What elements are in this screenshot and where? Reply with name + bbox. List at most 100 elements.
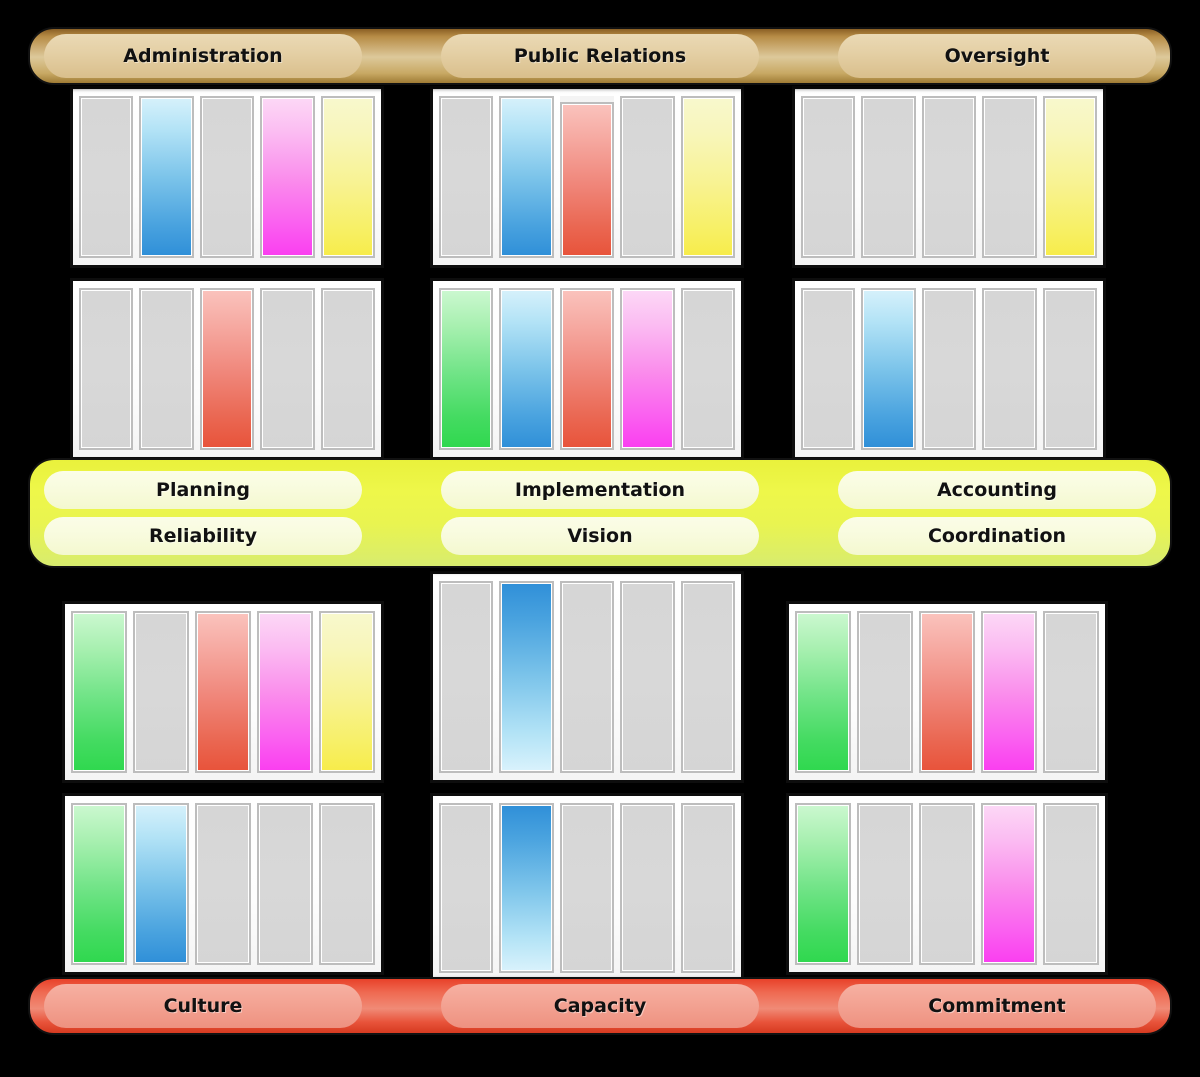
bar-empty[interactable]	[1043, 803, 1099, 965]
bar-empty[interactable]	[801, 96, 856, 258]
bar-slot[interactable]	[1043, 611, 1099, 773]
bar-blue[interactable]	[139, 96, 194, 258]
bar-slot[interactable]	[139, 288, 194, 450]
bar-yellow[interactable]	[1042, 96, 1098, 258]
bar-empty[interactable]	[680, 288, 736, 450]
bar-magenta[interactable]	[620, 288, 675, 450]
bar-empty[interactable]	[319, 803, 375, 965]
bar-slot[interactable]	[320, 288, 376, 450]
bar-slot[interactable]	[260, 288, 315, 450]
bar-empty[interactable]	[79, 96, 134, 258]
bar-slot[interactable]	[982, 96, 1037, 258]
bar-slot[interactable]	[680, 288, 736, 450]
bar-slot[interactable]	[71, 803, 127, 965]
bar-slot[interactable]	[499, 96, 554, 258]
bar-magenta[interactable]	[981, 611, 1037, 773]
bar-slot[interactable]	[795, 611, 851, 773]
bar-slot[interactable]	[257, 611, 313, 773]
bar-blue[interactable]	[499, 288, 554, 450]
bar-magenta[interactable]	[981, 803, 1037, 965]
bar-slot[interactable]	[921, 96, 977, 258]
bar-slot[interactable]	[319, 611, 375, 773]
bar-empty[interactable]	[857, 611, 913, 773]
bar-slot[interactable]	[921, 288, 977, 450]
bar-slot[interactable]	[1042, 288, 1098, 450]
bar-empty[interactable]	[620, 96, 675, 258]
bar-red[interactable]	[195, 611, 251, 773]
bar-empty[interactable]	[133, 611, 189, 773]
bar-empty[interactable]	[559, 581, 615, 773]
bar-empty[interactable]	[139, 288, 194, 450]
category-pill-accounting[interactable]: Accounting	[838, 471, 1156, 509]
bar-empty[interactable]	[320, 288, 376, 450]
bar-slot[interactable]	[981, 803, 1037, 965]
bar-slot[interactable]	[195, 803, 251, 965]
bar-slot[interactable]	[795, 803, 851, 965]
bar-green[interactable]	[71, 803, 127, 965]
bar-slot[interactable]	[133, 611, 189, 773]
category-pill-public-relations[interactable]: Public Relations	[441, 34, 759, 78]
bar-empty[interactable]	[439, 803, 494, 973]
category-pill-reliability[interactable]: Reliability	[44, 517, 362, 555]
bar-slot[interactable]	[79, 96, 134, 258]
bar-slot[interactable]	[680, 803, 736, 973]
bar-empty[interactable]	[559, 803, 615, 973]
category-pill-oversight[interactable]: Oversight	[838, 34, 1156, 78]
bar-slot[interactable]	[439, 288, 494, 450]
bar-slot[interactable]	[1043, 803, 1099, 965]
bar-slot[interactable]	[861, 96, 916, 258]
category-pill-administration[interactable]: Administration	[44, 34, 362, 78]
bar-empty[interactable]	[79, 288, 134, 450]
bar-magenta[interactable]	[257, 611, 313, 773]
bar-magenta[interactable]	[260, 96, 315, 258]
bar-empty[interactable]	[195, 803, 251, 965]
bar-empty[interactable]	[982, 288, 1037, 450]
bar-slot[interactable]	[499, 581, 554, 773]
bar-green[interactable]	[439, 288, 494, 450]
bar-empty[interactable]	[919, 803, 975, 965]
bar-slot[interactable]	[439, 803, 494, 973]
bar-red[interactable]	[199, 288, 255, 450]
category-pill-vision[interactable]: Vision	[441, 517, 759, 555]
bar-empty[interactable]	[439, 96, 494, 258]
bar-empty[interactable]	[680, 581, 736, 773]
bar-empty[interactable]	[199, 96, 255, 258]
bar-slot[interactable]	[260, 96, 315, 258]
bar-slot[interactable]	[801, 288, 856, 450]
bar-blue[interactable]	[861, 288, 916, 450]
bar-slot[interactable]	[982, 288, 1037, 450]
bar-slot[interactable]	[620, 288, 675, 450]
bar-green[interactable]	[795, 611, 851, 773]
bar-blue-inv[interactable]	[499, 803, 554, 973]
bar-slot[interactable]	[79, 288, 134, 450]
bar-slot[interactable]	[499, 803, 554, 973]
bar-slot[interactable]	[559, 803, 615, 973]
category-pill-coordination[interactable]: Coordination	[838, 517, 1156, 555]
bar-yellow[interactable]	[680, 96, 736, 258]
bar-red[interactable]	[919, 611, 975, 773]
bar-slot[interactable]	[680, 96, 736, 258]
bar-slot[interactable]	[857, 803, 913, 965]
bar-slot[interactable]	[857, 611, 913, 773]
bar-slot[interactable]	[559, 96, 615, 258]
bar-slot[interactable]	[139, 96, 194, 258]
bar-blue[interactable]	[499, 96, 554, 258]
bar-slot[interactable]	[320, 96, 376, 258]
bar-slot[interactable]	[919, 803, 975, 965]
bar-slot[interactable]	[71, 611, 127, 773]
bar-slot[interactable]	[499, 288, 554, 450]
bar-empty[interactable]	[260, 288, 315, 450]
bar-red[interactable]	[559, 102, 615, 258]
bar-empty[interactable]	[1043, 611, 1099, 773]
bar-slot[interactable]	[620, 581, 675, 773]
bar-slot[interactable]	[1042, 96, 1098, 258]
bar-yellow[interactable]	[320, 96, 376, 258]
bar-empty[interactable]	[439, 581, 494, 773]
bar-slot[interactable]	[439, 96, 494, 258]
bar-blue[interactable]	[133, 803, 189, 965]
bar-slot[interactable]	[620, 96, 675, 258]
bar-slot[interactable]	[199, 96, 255, 258]
bar-empty[interactable]	[620, 803, 675, 973]
bar-green[interactable]	[795, 803, 851, 965]
bar-slot[interactable]	[133, 803, 189, 965]
